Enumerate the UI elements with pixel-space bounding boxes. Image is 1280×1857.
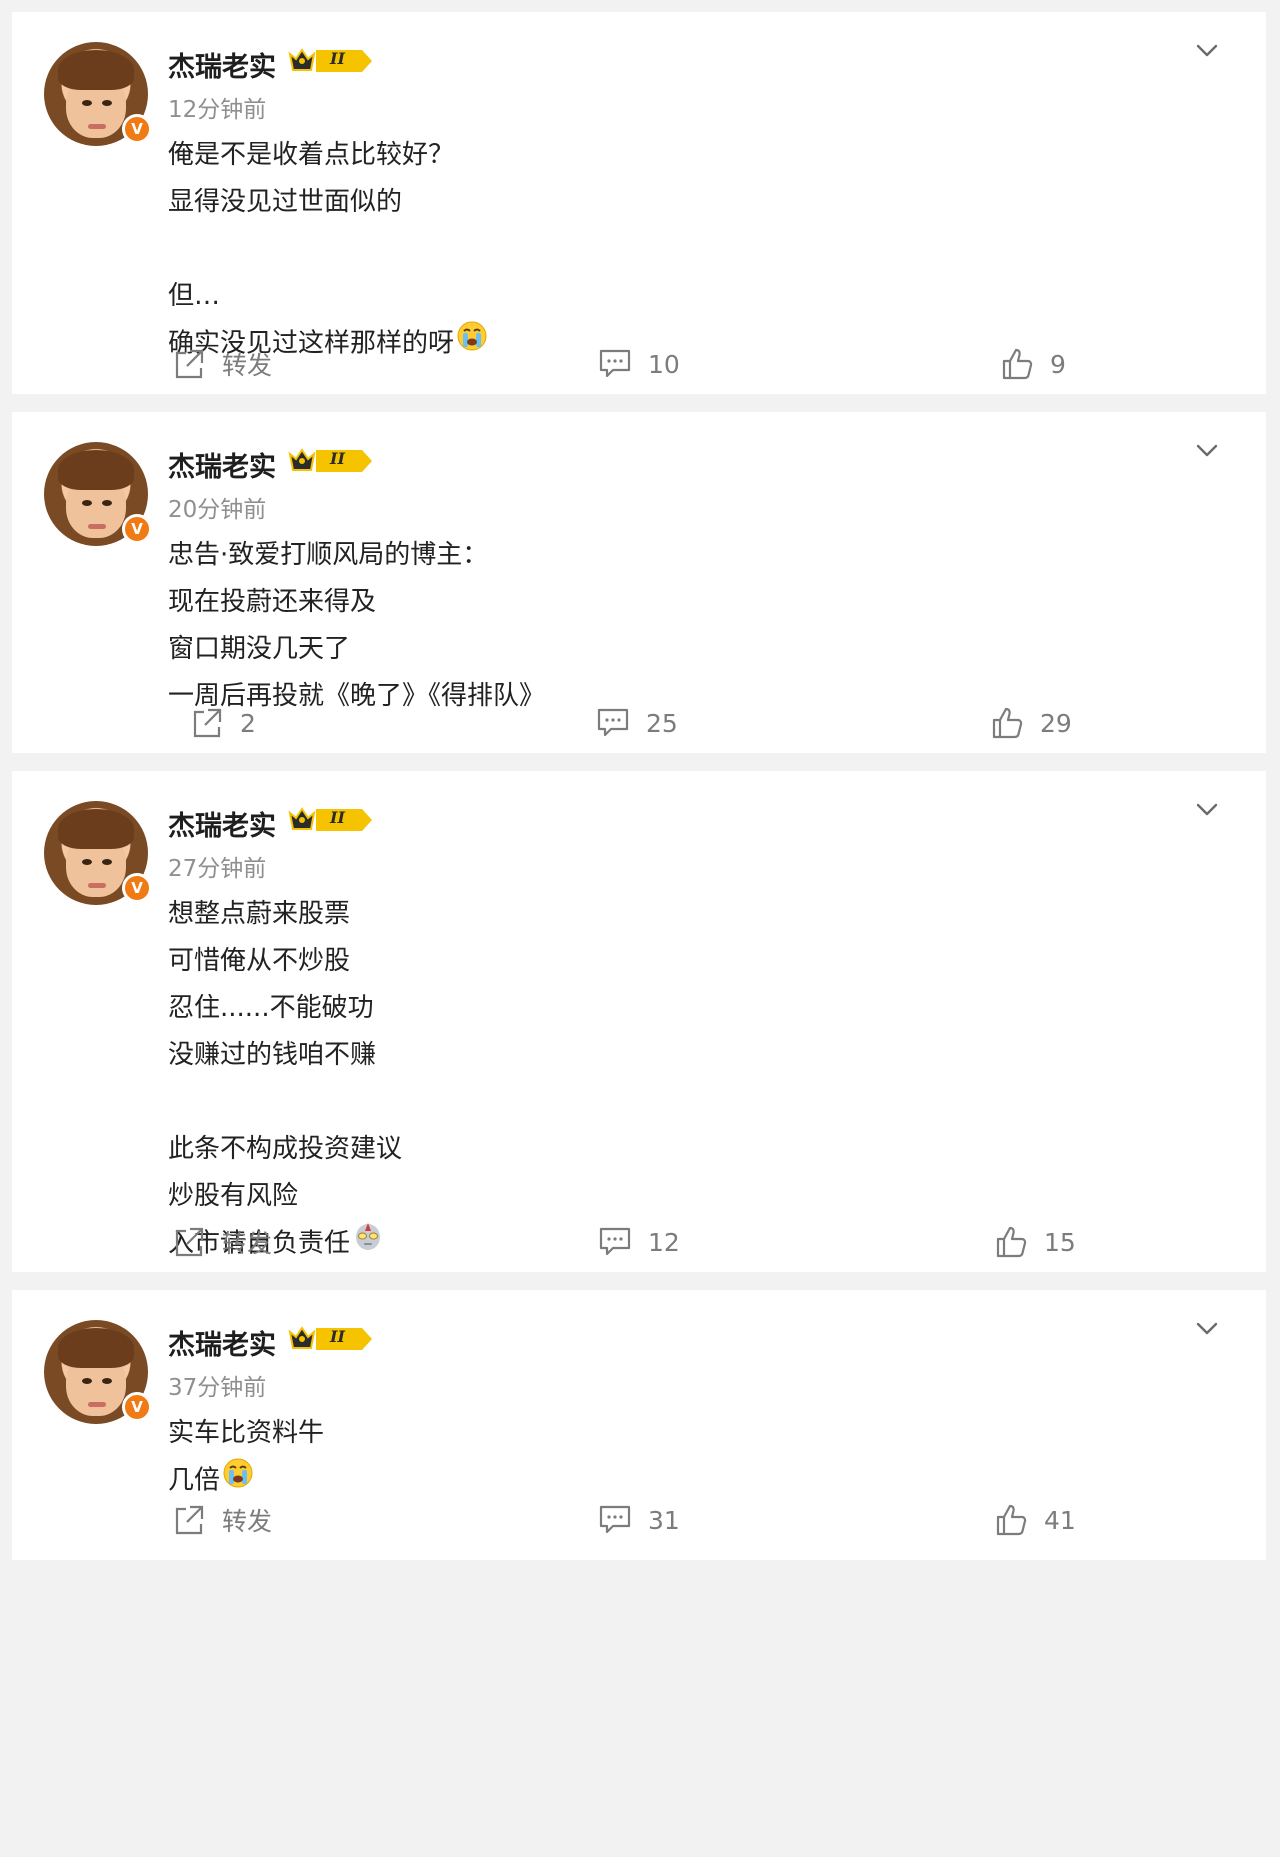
chevron-down-icon[interactable]	[1190, 34, 1224, 68]
verified-v-icon: V	[122, 1392, 152, 1422]
verified-v-icon: V	[122, 873, 152, 903]
post-text-line: 实车比资料牛	[168, 1418, 325, 1448]
repost-button[interactable]: 转发	[172, 344, 272, 384]
post-text-line: 俺是不是收着点比较好？	[168, 140, 455, 170]
post-text-line: 几倍	[168, 1457, 324, 1504]
username[interactable]: 杰瑞老实	[168, 1323, 276, 1362]
avatar[interactable]: V	[44, 801, 152, 905]
comment-bubble-icon	[596, 707, 646, 739]
post-text-line: 此条不构成投资建议	[168, 1134, 403, 1164]
post-text-line: 想整点蔚来股票	[168, 899, 351, 929]
username[interactable]: 杰瑞老实	[168, 804, 276, 843]
share-arrow-icon	[172, 1225, 222, 1259]
timestamp: 12分钟前	[168, 97, 267, 123]
crown-badge-icon: II	[288, 446, 374, 476]
avatar[interactable]: V	[44, 442, 152, 546]
repost-label: 转发	[222, 351, 273, 380]
post-text-line: 炒股有风险	[168, 1181, 299, 1211]
share-arrow-icon	[172, 1503, 222, 1537]
post-text-line: 忍住......不能破功	[168, 993, 374, 1023]
like-button[interactable]: 15	[994, 1222, 1076, 1262]
like-count: 9	[1050, 349, 1066, 379]
like-button[interactable]: 29	[990, 703, 1072, 743]
comment-count: 12	[648, 1227, 680, 1257]
like-count: 15	[1044, 1227, 1076, 1257]
comment-count: 10	[648, 349, 680, 379]
crown-badge-icon: II	[288, 1324, 374, 1354]
like-count: 41	[1044, 1505, 1076, 1535]
repost-button[interactable]: 2	[190, 703, 256, 743]
post-text-line: 忠告·致爱打顺风局的博主：	[168, 540, 489, 570]
crying-emoji-icon	[222, 1457, 254, 1505]
post-text-line: 可惜俺从不炒股	[168, 946, 351, 976]
post-content: 想整点蔚来股票 可惜俺从不炒股 忍住......不能破功 没赚过的钱咱不赚 此条不构成投…	[168, 891, 402, 1267]
chevron-down-icon[interactable]	[1190, 793, 1224, 827]
comment-button[interactable]: 25	[596, 703, 678, 743]
chevron-down-icon[interactable]	[1190, 434, 1224, 468]
post-content: 俺是不是收着点比较好？ 显得没见过世面似的 但… 确实没见过这样那样的呀	[168, 132, 488, 367]
post-text-line	[168, 1079, 402, 1126]
comment-button[interactable]: 12	[598, 1222, 680, 1262]
repost-label: 转发	[222, 1229, 273, 1258]
thumbs-up-icon	[994, 1225, 1044, 1259]
username[interactable]: 杰瑞老实	[168, 45, 276, 84]
post-text-line: 显得没见过世面似的	[168, 187, 403, 217]
thumbs-up-icon	[1000, 347, 1050, 381]
post-content: 忠告·致爱打顺风局的博主： 现在投蔚还来得及 窗口期没几天了 一周后再投就《晚了》《得…	[168, 532, 545, 720]
avatar[interactable]: V	[44, 1320, 152, 1424]
verified-v-icon: V	[122, 114, 152, 144]
like-count: 29	[1040, 708, 1072, 738]
post-text-line: 但…	[168, 281, 221, 311]
repost-button[interactable]: 转发	[172, 1222, 272, 1262]
post-text-line	[168, 226, 488, 273]
comment-button[interactable]: 10	[598, 344, 680, 384]
comment-bubble-icon	[598, 1504, 648, 1536]
timestamp: 20分钟前	[168, 497, 267, 523]
thumbs-up-icon	[990, 706, 1040, 740]
crown-badge-icon: II	[288, 46, 374, 76]
comment-card: V 杰瑞老实 II 27分钟前 想整点蔚来股票 可惜俺从不炒股 忍住......不能…	[12, 771, 1266, 1272]
avatar[interactable]: V	[44, 42, 152, 146]
repost-button[interactable]: 转发	[172, 1500, 272, 1540]
like-button[interactable]: 41	[994, 1500, 1076, 1540]
timestamp: 37分钟前	[168, 1375, 267, 1401]
crying-emoji-icon	[456, 320, 488, 368]
comment-bubble-icon	[598, 348, 648, 380]
comment-count: 25	[646, 708, 678, 738]
crown-badge-icon: II	[288, 805, 374, 835]
comment-feed: V 杰瑞老实 II 12分钟前 俺是不是收着点比较好？ 显得没见过世面似的 但… 确实…	[0, 0, 1280, 1857]
comment-bubble-icon	[598, 1226, 648, 1258]
comment-button[interactable]: 31	[598, 1500, 680, 1540]
repost-label: 转发	[222, 1507, 273, 1536]
share-arrow-icon	[190, 706, 240, 740]
comment-card: V 杰瑞老实 II 20分钟前 忠告·致爱打顺风局的博主： 现在投蔚还来得及 窗口期…	[12, 412, 1266, 753]
timestamp: 27分钟前	[168, 856, 267, 882]
verified-v-icon: V	[122, 514, 152, 544]
comment-card: V 杰瑞老实 II 12分钟前 俺是不是收着点比较好？ 显得没见过世面似的 但… 确实…	[12, 12, 1266, 394]
ultraman-emoji-icon	[352, 1220, 384, 1268]
comment-count: 31	[648, 1505, 680, 1535]
post-content: 实车比资料牛 几倍	[168, 1410, 324, 1504]
like-button[interactable]: 9	[1000, 344, 1066, 384]
thumbs-up-icon	[994, 1503, 1044, 1537]
username[interactable]: 杰瑞老实	[168, 445, 276, 484]
chevron-down-icon[interactable]	[1190, 1312, 1224, 1346]
post-text-line: 没赚过的钱咱不赚	[168, 1040, 377, 1070]
post-text-line: 窗口期没几天了	[168, 634, 351, 664]
repost-label: 2	[240, 708, 256, 738]
share-arrow-icon	[172, 347, 222, 381]
post-text-line: 现在投蔚还来得及	[168, 587, 377, 617]
